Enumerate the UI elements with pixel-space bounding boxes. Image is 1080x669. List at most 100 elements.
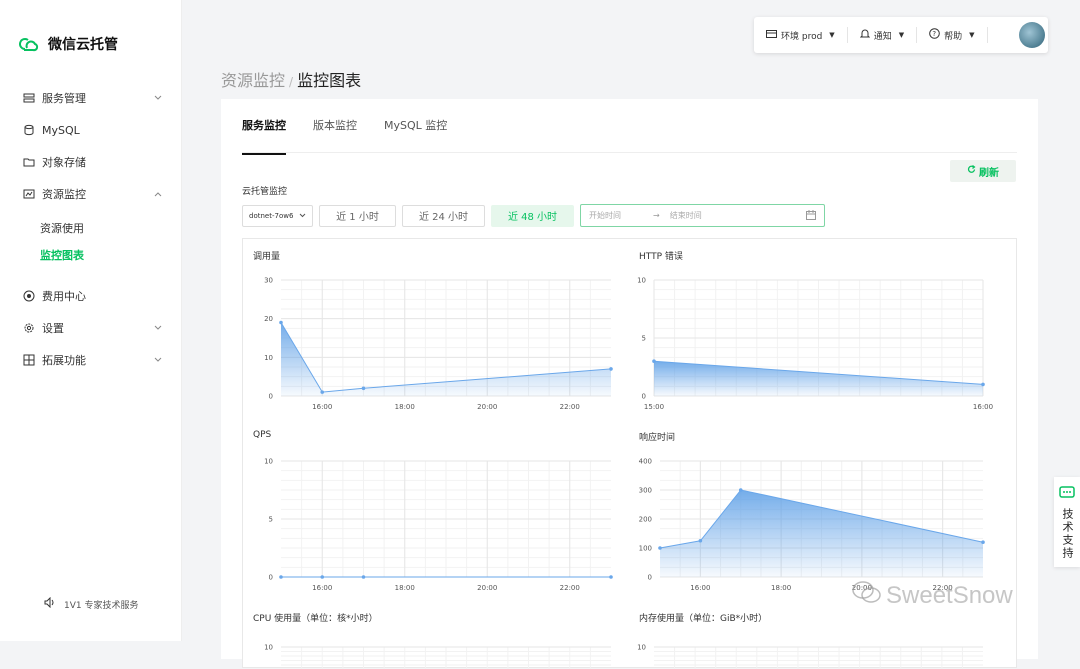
chart-calls-svg: 0 10 20 30 16:00 18:00 20:00 22:00 [264,277,613,411]
sidebar-item-extensions[interactable]: 拓展功能 [22,348,168,372]
chevron-down-icon [152,92,164,104]
env-label: 环境 prod [781,31,823,42]
sidebar-item-object-storage[interactable]: 对象存储 [22,150,168,174]
chart-calls: 调用量 0 10 20 30 16:00 18:00 20:00 22:00 [243,239,628,419]
service-select[interactable]: dotnet-7ow6 [242,204,313,227]
sidebar-item-label: MySQL [42,123,80,137]
chevron-up-icon [152,188,164,200]
top-toolbar: 环境 prod ▼ 通知 ▼ ? 帮助 ▼ [754,17,1048,53]
chart-cpu-svg: 10 [264,644,611,669]
y-tick-label: 300 [639,487,652,495]
sidebar-item-billing[interactable]: 费用中心 [22,284,168,308]
expert-service-link[interactable]: 1V1 专家技术服务 [44,596,138,611]
service-select-value: dotnet-7ow6 [249,211,294,220]
help-button[interactable]: ? 帮助 ▼ [917,27,988,43]
date-range-picker[interactable]: 开始时间 → 结束时间 [580,204,825,227]
database-icon [22,123,36,137]
y-tick-label: 10 [637,277,646,285]
monitor-icon [22,187,36,201]
folder-icon [22,155,36,169]
help-icon: ? [929,28,940,42]
tech-support-label: 技术支持 [1061,508,1074,560]
billing-icon [22,289,36,303]
x-tick-label: 20:00 [477,403,497,411]
data-point [658,546,662,550]
data-point [320,390,325,394]
main-card: 服务监控 版本监控 MySQL 监控 刷新 云托管监控 dotnet-7ow6 … [221,99,1038,669]
breadcrumb-parent[interactable]: 资源监控 [221,71,285,90]
chevron-down-icon [152,322,164,334]
caret-down-icon: ▼ [829,31,835,39]
data-point [361,575,366,579]
server-icon [22,91,36,105]
x-tick-label: 15:00 [644,403,664,411]
refresh-button[interactable]: 刷新 [950,160,1016,182]
avatar[interactable] [1019,22,1045,48]
sidebar-subitem-resource-usage[interactable]: 资源使用 [40,220,84,236]
data-point [652,359,656,363]
y-tick-label: 0 [642,393,646,401]
tech-support-widget[interactable]: 技术支持 [1054,477,1080,567]
end-time-input[interactable]: 结束时间 [670,210,702,221]
chat-icon [1059,485,1075,504]
brand-logo[interactable]: 微信云托管 [18,34,118,54]
x-tick-label: 18:00 [395,403,415,411]
sidebar-item-label: 对象存储 [42,156,86,169]
chart-memory: 内存使用量（单位：GiB*小时） 10 [629,601,1017,669]
y-tick-label: 5 [269,516,273,524]
y-tick-label: 20 [264,315,273,323]
page-title: 监控图表 [297,71,362,90]
x-tick-label: 16:00 [690,584,710,592]
gear-icon [22,321,36,335]
y-tick-label: 400 [639,458,652,466]
y-tick-label: 10 [264,458,273,466]
sidebar-subitem-monitor-charts[interactable]: 监控图表 [40,247,84,263]
data-point [981,540,985,544]
refresh-label: 刷新 [979,167,999,179]
range-1h-button[interactable]: 近 1 小时 [319,204,396,227]
y-tick-label: 10 [264,354,273,362]
chart-qps-svg: 0 5 10 16:00 18:00 20:00 22:00 [264,458,613,592]
x-tick-label: 16:00 [312,403,332,411]
sidebar-item-resource-monitor[interactable]: 资源监控 [22,182,168,206]
env-switcher[interactable]: 环境 prod ▼ [754,27,848,43]
tab-divider [242,152,1017,153]
chart-qps: QPS 0 5 10 16:00 18:00 20:00 22:00 [243,420,628,600]
sidebar-item-label: 资源监控 [42,188,86,201]
arrow-right-icon: → [653,211,660,220]
tab-mysql-monitor[interactable]: MySQL 监控 [384,117,447,155]
sidebar-item-settings[interactable]: 设置 [22,316,168,340]
data-point [698,538,703,543]
breadcrumb: 资源监控 / 监控图表 [221,67,361,91]
data-point [320,575,325,579]
filter-bar: dotnet-7ow6 近 1 小时 近 24 小时 近 48 小时 开始时间 … [242,204,825,227]
bell-icon [859,28,870,42]
range-48h-button[interactable]: 近 48 小时 [491,204,574,227]
x-tick-label: 18:00 [395,584,415,592]
watermark-text: SweetSnow [886,581,1013,609]
data-point [279,320,283,325]
y-tick-label: 0 [269,393,273,401]
section-label: 云托管监控 [242,187,288,197]
svg-text:?: ? [932,30,936,38]
sidebar-item-mysql[interactable]: MySQL [22,118,168,142]
data-point [738,488,743,492]
sidebar-item-service-management[interactable]: 服务管理 [22,86,168,110]
y-tick-label: 5 [642,335,646,343]
cloud-logo-icon [19,38,39,52]
start-time-input[interactable]: 开始时间 [589,210,621,221]
watermark: SweetSnow [852,580,1013,611]
y-tick-label: 0 [648,574,652,582]
sidebar-item-label: 费用中心 [42,290,86,303]
y-tick-label: 10 [264,644,273,652]
notifications-button[interactable]: 通知 ▼ [848,27,918,43]
range-24h-button[interactable]: 近 24 小时 [402,204,485,227]
tab-version-monitor[interactable]: 版本监控 [313,117,357,155]
tab-bar: 服务监控 版本监控 MySQL 监控 [242,117,447,155]
data-point [279,575,283,579]
y-tick-label: 200 [639,516,652,524]
brand-name: 微信云托管 [48,37,118,53]
tab-service-monitor[interactable]: 服务监控 [242,117,286,155]
chevron-down-icon [152,354,164,366]
calendar-icon [806,210,816,222]
